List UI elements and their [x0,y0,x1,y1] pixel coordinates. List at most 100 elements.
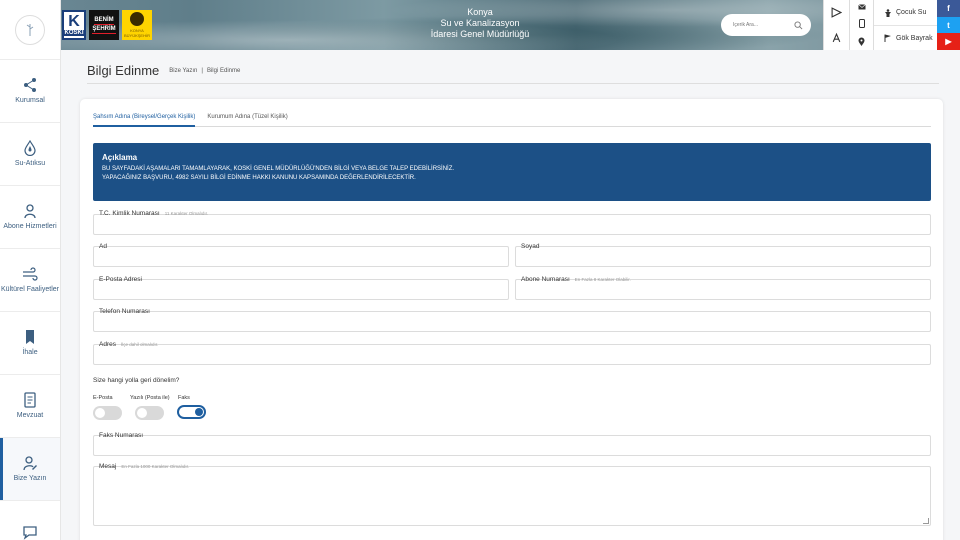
sidebar-item-kulturel-faaliyetler[interactable]: Kültürel Faaliyetler [0,249,60,312]
user-icon [24,204,36,219]
telefon-label: Telefon Numarası [99,308,150,315]
option-yazili-label: Yazılı (Posta ile) [130,395,170,401]
google-play-icon[interactable] [831,7,842,18]
gok-bayrak-label: Gök Bayrak [896,34,933,42]
sidebar-item-abone-hizmetleri[interactable]: Abone Hizmetleri [0,186,60,249]
faks-numarasi-input[interactable] [93,435,931,456]
water-logo-icon [15,14,45,45]
mail-icon[interactable] [857,4,866,10]
benim-sehrim-logo[interactable]: BENİM ŞEHRİM [89,10,119,40]
sidebar-item-label: Mevzuat [16,412,44,419]
share-icon [24,78,36,92]
header-banner: K KOSKİ BENİM ŞEHRİM KONYA BÜYÜKŞEHİR Ko… [0,0,960,50]
sidebar: Kurumsal Su-Atıksu Abone Hizmetleri Kült… [0,0,61,540]
faks-numarasi-label: Faks Numarası [99,432,144,439]
abone-numarasi-label-text: Abone Numarası [521,276,570,283]
social-links: f t ▶ [937,0,960,50]
toggle-yazili[interactable] [135,406,164,420]
soyad-label: Soyad [521,243,540,250]
seal-icon [130,12,144,26]
youtube-icon[interactable]: ▶ [937,33,960,50]
search-box[interactable] [721,14,811,36]
mesaj-textarea[interactable] [93,466,931,526]
sidebar-item-label: Su-Atıksu [14,160,46,167]
site-title-line3: İdaresi Genel Müdürlüğü [430,29,530,39]
soyad-input[interactable] [515,246,931,267]
sidebar-item-kurumsal[interactable]: Kurumsal [0,60,60,123]
form-card: Şahsım Adına (Bireysel/Gerçek Kişilik) K… [80,99,943,540]
bookmark-icon [26,330,34,344]
breadcrumb: Bize Yazın | Bilgi Edinme [169,68,240,74]
tab-sahsim-adina[interactable]: Şahsım Adına (Bireysel/Gerçek Kişilik) [93,110,196,127]
ad-label: Ad [99,243,107,250]
contact-links [849,0,873,50]
koski-logo[interactable]: K KOSKİ [62,10,86,40]
flag-icon [884,34,891,42]
sidebar-item-label: Abone Hizmetleri [3,223,57,230]
app-store-links [823,0,849,50]
abone-numarasi-label: Abone Numarası En Fazla 8 Karakter Olabil… [521,276,631,283]
document-icon [24,392,36,408]
adres-label-text: Adres [99,341,116,348]
site-title: Konya Su ve Kanalizasyon İdaresi Genel M… [380,7,580,40]
breadcrumb-bize-yazin[interactable]: Bize Yazın [169,68,197,74]
sidebar-logo[interactable] [0,0,60,60]
adres-hint: İlçe dahil olmalıdır. [120,342,159,347]
info-box: Açıklama BU SAYFADAKİ AŞAMALARI TAMAMLAY… [93,143,931,201]
location-icon[interactable] [858,37,865,46]
mesaj-label: Mesaj En Fazla 1000 Karakter Olmalıdır. [99,463,189,470]
cocuk-su-label: Çocuk Su [896,9,927,16]
koski-logo-text: KOSKİ [64,30,84,36]
adres-label: Adres İlçe dahil olmalıdır. [99,341,158,348]
tc-kimlik-hint: 11 Karakter Olmalıdır. [164,211,209,216]
konya-buyuksehir-logo[interactable]: KONYA BÜYÜKŞEHİR [122,10,152,40]
breadcrumb-bilgi-edinme: Bilgi Edinme [206,67,241,74]
quick-links: Çocuk Su Gök Bayrak [873,0,937,50]
gok-bayrak-link[interactable]: Gök Bayrak [874,25,937,50]
tc-kimlik-label-text: T.C. Kimlik Numarası [99,210,160,217]
telefon-input[interactable] [93,311,931,332]
info-line1: BU SAYFADAKİ AŞAMALARI TAMAMLAYARAK, KOS… [102,166,455,172]
chat-icon [23,526,37,540]
toggle-knob [95,408,105,418]
logo-bs-line1: BENİM [94,17,114,25]
page-title: Bilgi Edinme [87,63,160,78]
search-icon[interactable] [794,20,803,30]
sidebar-item-label: Bize Yazın [13,475,47,482]
wind-icon [23,267,38,281]
resize-handle-icon[interactable] [923,518,929,524]
logo-bs-line2: ŞEHRİM [92,26,116,34]
toggle-faks[interactable] [177,405,206,419]
sidebar-item-ihale[interactable]: İhale [0,312,60,375]
site-title-line2: Su ve Kanalizasyon [440,18,520,28]
toggle-knob [137,408,147,418]
sidebar-item-su-atiksu[interactable]: Su-Atıksu [0,123,60,186]
search-input[interactable] [733,22,793,28]
adres-input[interactable] [93,344,931,365]
sidebar-item-chat[interactable] [0,501,60,540]
ad-input[interactable] [93,246,509,267]
app-store-icon[interactable] [831,32,842,43]
site-title-line1: Konya [467,7,493,17]
tab-kurumum-adina[interactable]: Kurumum Adına (Tüzel Kişilik) [207,110,287,127]
logo-kb-line2: BÜYÜKŞEHİR [123,33,150,38]
cocuk-su-link[interactable]: Çocuk Su [874,0,937,25]
sidebar-item-mevzuat[interactable]: Mevzuat [0,375,60,438]
facebook-icon[interactable]: f [937,0,960,17]
mesaj-hint: En Fazla 1000 Karakter Olmalıdır. [121,464,190,469]
water-drop-icon [24,140,36,156]
phone-icon[interactable] [858,18,865,28]
logo-group[interactable]: K KOSKİ BENİM ŞEHRİM KONYA BÜYÜKŞEHİR [62,10,152,40]
info-line2: YAPACAĞINIZ BAŞVURU, 4982 SAYILI BİLGİ E… [102,175,416,181]
toggle-eposta[interactable] [93,406,122,420]
page-header: Bilgi Edinme Bize Yazın | Bilgi Edinme [87,58,939,84]
tc-kimlik-input[interactable] [93,214,931,235]
sidebar-item-bize-yazin[interactable]: Bize Yazın [0,438,60,501]
user-edit-icon [23,456,37,471]
tab-bar: Şahsım Adına (Bireysel/Gerçek Kişilik) K… [93,110,931,127]
sidebar-item-label: Kurumsal [15,97,45,104]
twitter-icon[interactable]: t [937,16,960,34]
eposta-input[interactable] [93,279,509,300]
sidebar-item-label: Kültürel Faaliyetler [1,286,59,293]
option-faks-label: Faks [178,395,190,401]
